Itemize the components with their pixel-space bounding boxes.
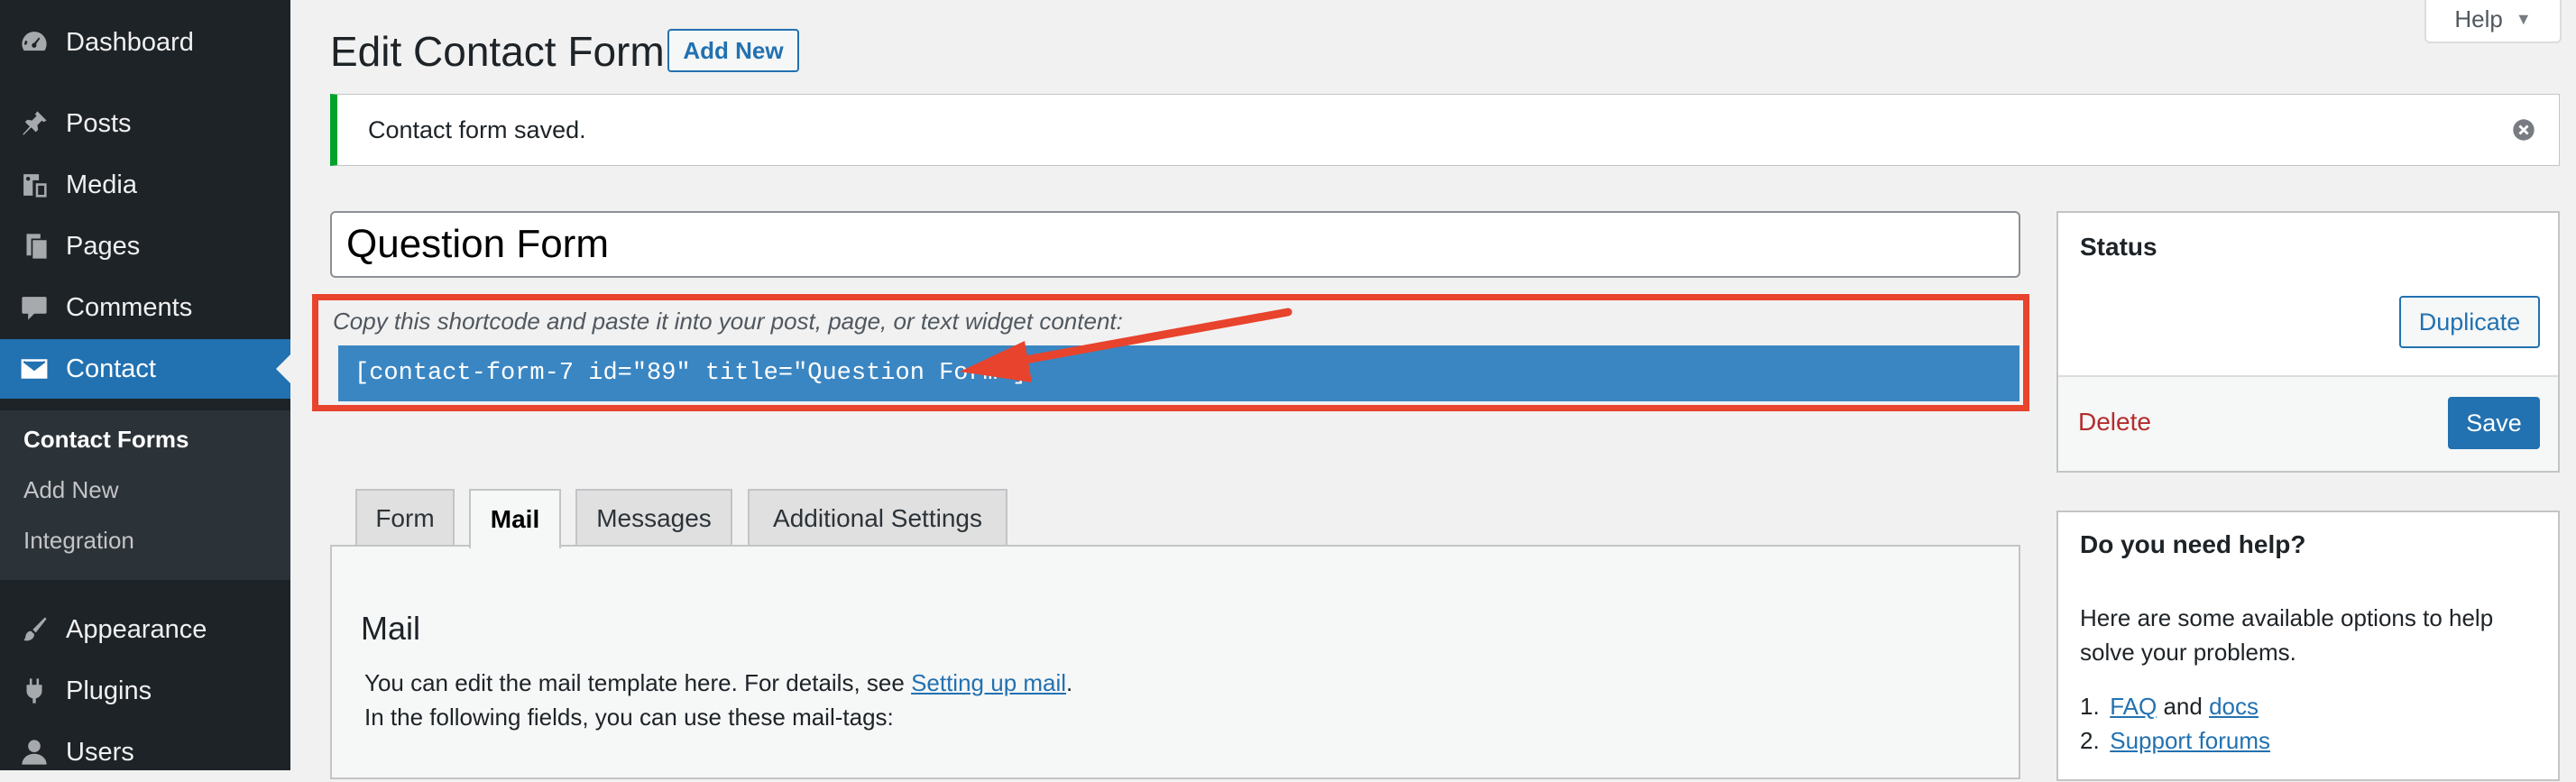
list-item: 1. FAQ and docs — [2080, 689, 2270, 723]
help-text: Here are some available options to help … — [2080, 604, 2494, 666]
help-label: Help — [2454, 5, 2503, 32]
dismiss-icon[interactable] — [2512, 118, 2535, 142]
menu-label-dashboard: Dashboard — [66, 27, 194, 57]
active-indicator — [276, 354, 290, 383]
submenu-add-new[interactable]: Add New — [23, 476, 119, 504]
submenu-contact-forms[interactable]: Contact Forms — [23, 426, 189, 454]
help-list: 1. FAQ and docs 2. Support forums — [2080, 689, 2270, 758]
save-button[interactable]: Save — [2448, 397, 2540, 449]
menu-item-appearance[interactable]: Appearance — [0, 600, 290, 659]
menu-item-contact[interactable]: Contact — [0, 339, 290, 399]
menu-label-appearance: Appearance — [66, 614, 207, 644]
panel-title: Mail — [361, 610, 421, 647]
form-title-input[interactable] — [330, 211, 2020, 278]
panel-description-suffix: . — [1066, 669, 1073, 696]
admin-sidebar: Dashboard Posts Media Pages Comments Con… — [0, 0, 290, 770]
list-number: 1. — [2080, 693, 2100, 720]
brush-icon — [16, 612, 52, 648]
menu-item-pages[interactable]: Pages — [0, 216, 290, 276]
status-heading: Status — [2080, 233, 2157, 261]
submenu-integration[interactable]: Integration — [23, 527, 134, 555]
mail-icon — [16, 351, 52, 387]
support-forums-link[interactable]: Support forums — [2110, 727, 2270, 754]
panel-description: You can edit the mail template here. For… — [364, 669, 1072, 697]
menu-label-media: Media — [66, 170, 137, 199]
comment-icon — [16, 290, 52, 326]
menu-label-contact: Contact — [66, 354, 156, 383]
help-heading: Do you need help? — [2080, 530, 2306, 558]
tab-mail[interactable]: Mail — [469, 489, 561, 548]
duplicate-button[interactable]: Duplicate — [2399, 296, 2540, 348]
menu-item-users[interactable]: Users — [0, 722, 290, 782]
contact-submenu: Contact Forms Add New Integration — [0, 410, 290, 580]
page-title: Edit Contact Form — [330, 28, 665, 75]
tab-additional-settings[interactable]: Additional Settings — [748, 489, 1007, 547]
mail-panel: Mail You can edit the mail template here… — [330, 545, 2020, 779]
pages-icon — [16, 228, 52, 264]
triangle-down-icon: ▼ — [2515, 9, 2532, 28]
help-box: Do you need help? Here are some availabl… — [2056, 511, 2560, 781]
pin-icon — [16, 106, 52, 142]
menu-item-plugins[interactable]: Plugins — [0, 661, 290, 721]
tab-form[interactable]: Form — [355, 489, 455, 547]
tab-messages[interactable]: Messages — [575, 489, 732, 547]
faq-link[interactable]: FAQ — [2110, 693, 2157, 720]
list-item: 2. Support forums — [2080, 723, 2270, 758]
delete-link[interactable]: Delete — [2078, 408, 2151, 437]
menu-item-posts[interactable]: Posts — [0, 94, 290, 153]
notice-text: Contact form saved. — [368, 116, 586, 143]
status-footer: Delete Save — [2058, 375, 2558, 471]
list-number: 2. — [2080, 727, 2100, 754]
list-joiner: and — [2157, 693, 2210, 720]
menu-label-pages: Pages — [66, 231, 141, 261]
status-box: Status Duplicate Delete Save — [2056, 211, 2560, 473]
help-tab[interactable]: Help ▼ — [2424, 0, 2562, 43]
menu-item-comments[interactable]: Comments — [0, 278, 290, 337]
user-icon — [16, 734, 52, 770]
dashboard-icon — [16, 24, 52, 60]
menu-label-users: Users — [66, 737, 134, 767]
menu-item-dashboard[interactable]: Dashboard — [0, 13, 290, 72]
menu-label-plugins: Plugins — [66, 676, 152, 705]
red-arrow-annotation — [960, 308, 1293, 382]
menu-item-media[interactable]: Media — [0, 155, 290, 215]
menu-label-comments: Comments — [66, 292, 193, 322]
plug-icon — [16, 673, 52, 709]
setting-up-mail-link[interactable]: Setting up mail — [911, 669, 1066, 696]
mail-tags-intro: In the following fields, you can use the… — [364, 704, 894, 731]
success-notice: Contact form saved. — [330, 94, 2560, 166]
add-new-button[interactable]: Add New — [667, 29, 799, 72]
docs-link[interactable]: docs — [2209, 693, 2259, 720]
panel-description-text: You can edit the mail template here. For… — [364, 669, 912, 696]
menu-label-posts: Posts — [66, 108, 132, 138]
media-icon — [16, 167, 52, 203]
